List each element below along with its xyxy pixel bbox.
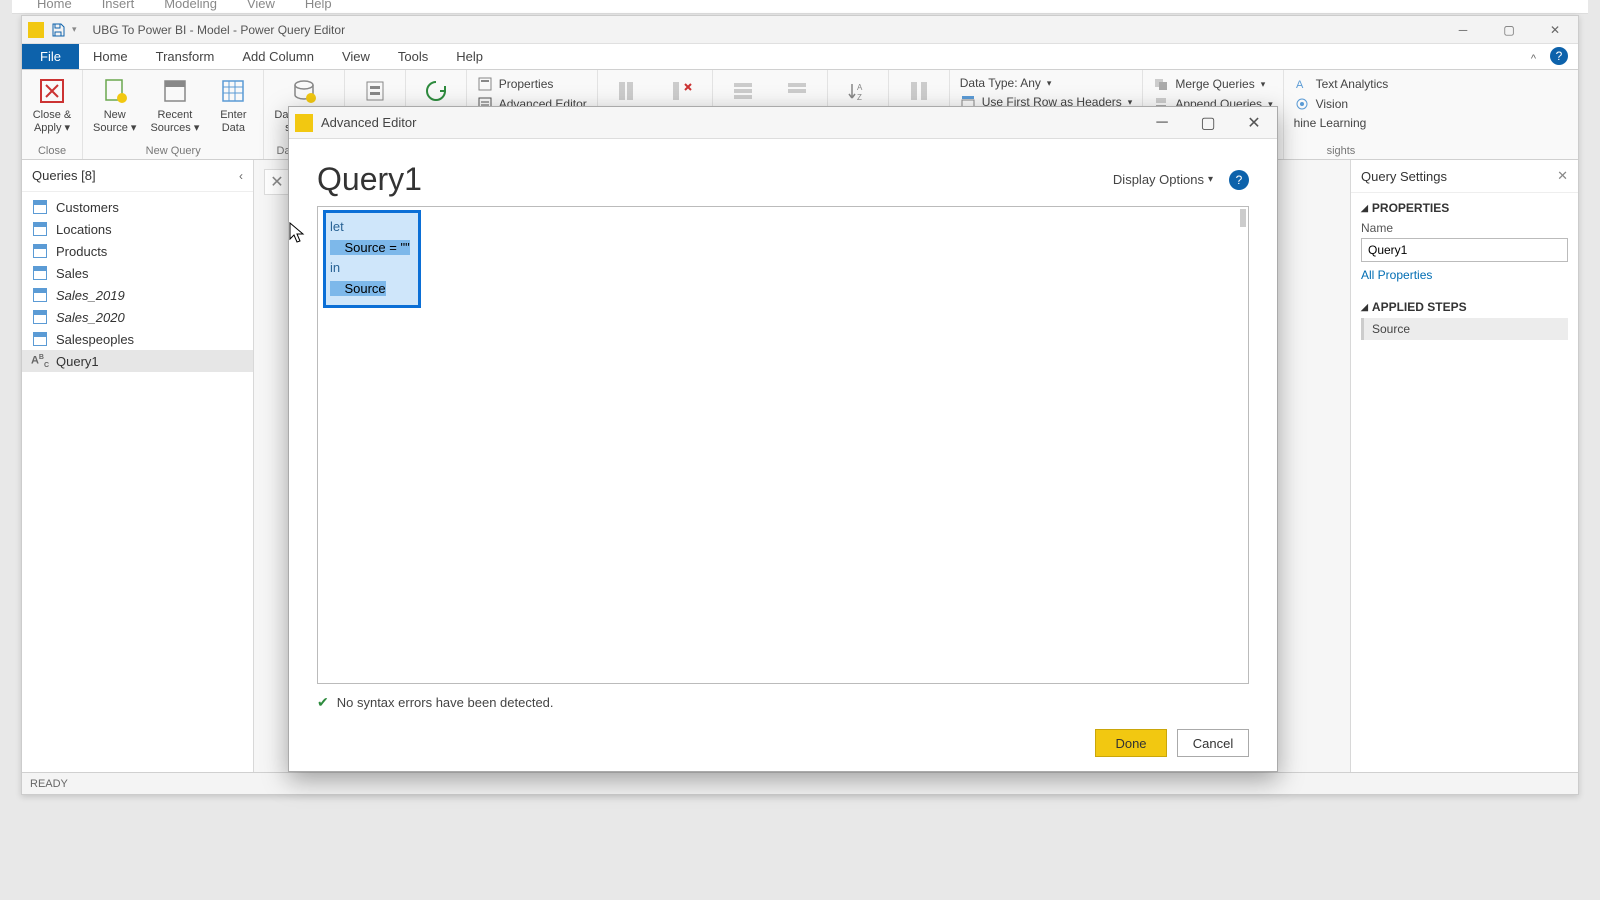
app-icon bbox=[28, 22, 44, 38]
properties-button[interactable]: Properties bbox=[473, 75, 591, 93]
close-button[interactable]: ✕ bbox=[1532, 16, 1578, 44]
machine-learning-button[interactable]: hine Learning bbox=[1290, 115, 1393, 131]
collapse-ribbon-icon[interactable]: ^ bbox=[1523, 49, 1544, 69]
query-settings-header: Query Settings ✕ bbox=[1351, 160, 1578, 193]
remove-rows-button[interactable] bbox=[773, 73, 821, 109]
remove-columns-button[interactable] bbox=[658, 73, 706, 109]
help-icon[interactable]: ? bbox=[1550, 47, 1568, 65]
queries-panel: Queries [8] ‹ Customers Locations Produc… bbox=[22, 160, 254, 772]
statusbar: READY bbox=[22, 772, 1578, 794]
close-and-apply-button[interactable]: Close & Apply ▾ bbox=[28, 73, 76, 136]
vision-button[interactable]: Vision bbox=[1290, 95, 1393, 113]
queries-header-label: Queries [8] bbox=[32, 168, 96, 183]
ribbon-group-close: Close & Apply ▾ Close bbox=[22, 70, 83, 159]
tab-home[interactable]: Home bbox=[79, 44, 142, 69]
dialog-close-button[interactable]: ✕ bbox=[1231, 107, 1277, 139]
maximize-button[interactable]: ▢ bbox=[1486, 16, 1532, 44]
applied-step-source[interactable]: Source bbox=[1361, 318, 1568, 340]
tab-transform[interactable]: Transform bbox=[142, 44, 229, 69]
done-button[interactable]: Done bbox=[1095, 729, 1167, 757]
svg-text:Z: Z bbox=[857, 93, 862, 102]
check-icon: ✔ bbox=[317, 694, 329, 711]
tab-add-column[interactable]: Add Column bbox=[228, 44, 328, 69]
query-item-sales[interactable]: Sales bbox=[22, 262, 253, 284]
status-text: READY bbox=[30, 778, 68, 790]
file-tab[interactable]: File bbox=[22, 44, 79, 69]
window-title: UBG To Power BI - Model - Power Query Ed… bbox=[93, 23, 346, 37]
titlebar: ▾ UBG To Power BI - Model - Power Query … bbox=[22, 16, 1578, 44]
choose-columns-button[interactable] bbox=[604, 73, 652, 109]
cancel-button[interactable]: Cancel bbox=[1177, 729, 1249, 757]
background-window-menubar: Home Insert Modeling View Help bbox=[12, 0, 1588, 14]
name-label: Name bbox=[1361, 221, 1568, 235]
query-list: Customers Locations Products Sales Sales… bbox=[22, 192, 253, 376]
minimize-button[interactable]: ─ bbox=[1440, 16, 1486, 44]
keep-rows-button[interactable] bbox=[719, 73, 767, 109]
save-icon[interactable] bbox=[50, 22, 66, 38]
dialog-app-icon bbox=[295, 114, 313, 132]
sort-button[interactable]: AZ bbox=[834, 73, 882, 109]
advanced-editor-dialog: Advanced Editor ─ ▢ ✕ Query1 Display Opt… bbox=[288, 106, 1278, 772]
new-source-button[interactable]: New Source ▾ bbox=[89, 73, 140, 136]
query-item-sales-2019[interactable]: Sales_2019 bbox=[22, 284, 253, 306]
close-settings-icon[interactable]: ✕ bbox=[1557, 168, 1568, 184]
all-properties-link[interactable]: All Properties bbox=[1361, 268, 1432, 282]
query-name-input[interactable] bbox=[1361, 238, 1568, 262]
code-selection: let Source = "" in Source bbox=[323, 210, 421, 308]
query-item-products[interactable]: Products bbox=[22, 240, 253, 262]
svg-text:A: A bbox=[857, 83, 863, 92]
code-editor[interactable]: let Source = "" in Source bbox=[317, 206, 1249, 684]
dialog-maximize-button[interactable]: ▢ bbox=[1185, 107, 1231, 139]
data-type-button[interactable]: Data Type: Any ▾ bbox=[956, 75, 1137, 91]
query-item-sales-2020[interactable]: Sales_2020 bbox=[22, 306, 253, 328]
recent-sources-button[interactable]: Recent Sources ▾ bbox=[146, 73, 203, 136]
ribbon-group-ai-insights: A Text Analytics Vision hine Learning si… bbox=[1284, 70, 1399, 159]
collapse-queries-icon[interactable]: ‹ bbox=[239, 169, 243, 183]
enter-data-button[interactable]: Enter Data bbox=[209, 73, 257, 136]
split-column-button[interactable] bbox=[895, 73, 943, 109]
query-item-salespeople[interactable]: Salespeoples bbox=[22, 328, 253, 350]
syntax-status: ✔ No syntax errors have been detected. bbox=[317, 694, 1249, 711]
dialog-minimize-button[interactable]: ─ bbox=[1139, 107, 1185, 139]
tab-tools[interactable]: Tools bbox=[384, 44, 442, 69]
ribbon-group-new-query: New Source ▾ Recent Sources ▾ Enter Data… bbox=[83, 70, 264, 159]
ribbon-tabs: File Home Transform Add Column View Tool… bbox=[22, 44, 1578, 70]
query-settings-panel: Query Settings ✕ ◢PROPERTIES Name All Pr… bbox=[1350, 160, 1578, 772]
query-item-locations[interactable]: Locations bbox=[22, 218, 253, 240]
tab-help[interactable]: Help bbox=[442, 44, 497, 69]
dialog-titlebar: Advanced Editor ─ ▢ ✕ bbox=[289, 107, 1277, 139]
close-formula-icon[interactable]: ✕ bbox=[264, 169, 290, 195]
query-item-customers[interactable]: Customers bbox=[22, 196, 253, 218]
editor-query-name: Query1 bbox=[317, 161, 422, 198]
scrollbar-thumb[interactable] bbox=[1240, 209, 1246, 227]
query-item-query1[interactable]: ABCQuery1 bbox=[22, 350, 253, 372]
qat-dropdown-icon[interactable]: ▾ bbox=[72, 24, 77, 35]
text-analytics-button[interactable]: A Text Analytics bbox=[1290, 75, 1393, 93]
tab-view[interactable]: View bbox=[328, 44, 384, 69]
merge-queries-button[interactable]: Merge Queries ▾ bbox=[1149, 75, 1276, 93]
dialog-title: Advanced Editor bbox=[321, 115, 416, 130]
svg-text:A: A bbox=[1296, 79, 1304, 91]
editor-help-icon[interactable]: ? bbox=[1229, 170, 1249, 190]
queries-header: Queries [8] ‹ bbox=[22, 160, 253, 192]
display-options-button[interactable]: Display Options▾ bbox=[1113, 172, 1213, 187]
